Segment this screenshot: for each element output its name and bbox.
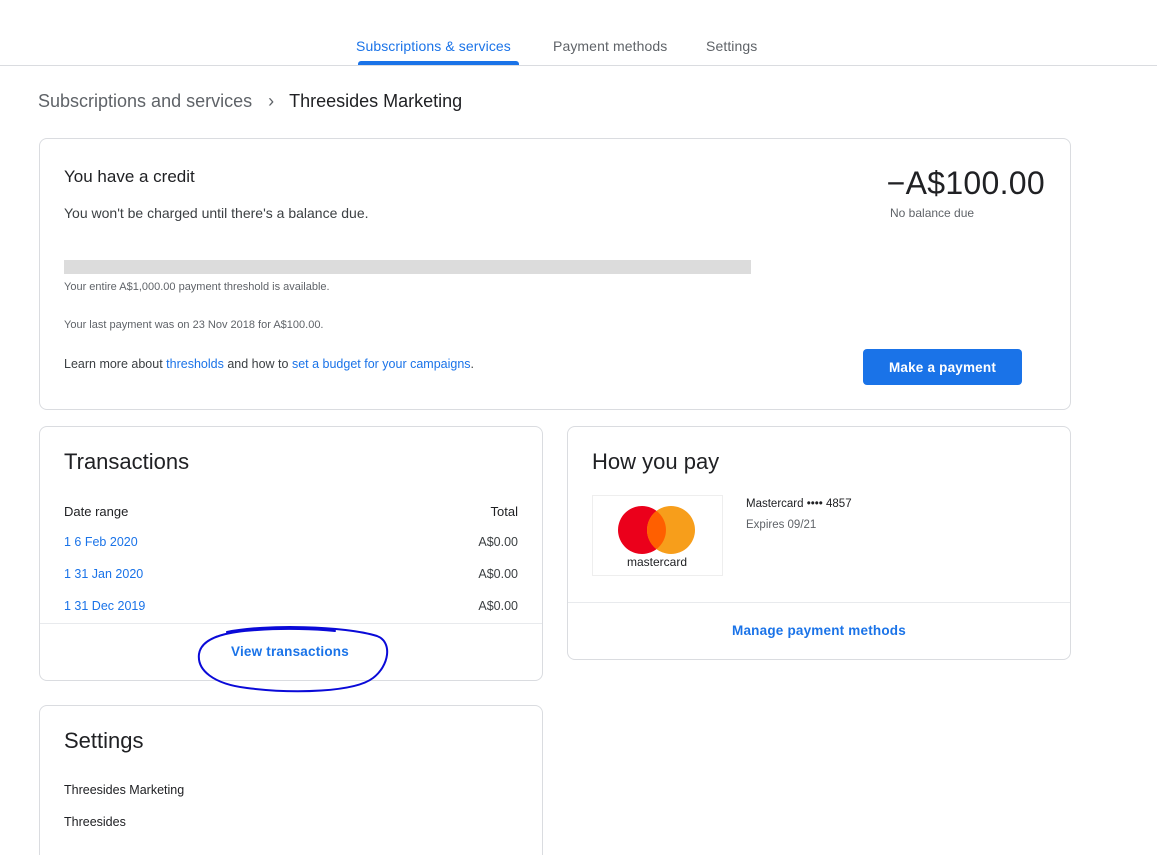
transactions-title: Transactions [64, 449, 190, 474]
settings-item: Threesides Marketing [64, 783, 185, 797]
last-payment-text: Your last payment was on 23 Nov 2018 for… [64, 319, 324, 331]
breadcrumb-current: Threesides Marketing [289, 91, 463, 111]
manage-payment-methods-link[interactable]: Manage payment methods [568, 623, 1070, 638]
tab-settings[interactable]: Settings [706, 38, 757, 54]
total-header: Total [490, 504, 518, 519]
threshold-progress-bar [64, 260, 751, 274]
top-tab-bar: Subscriptions & services Payment methods… [0, 0, 1157, 66]
credit-subtitle: You won't be charged until there's a bal… [64, 205, 369, 221]
make-payment-button[interactable]: Make a payment [863, 349, 1022, 385]
transactions-divider [40, 623, 542, 624]
date-range-header: Date range [64, 504, 129, 519]
transaction-row: 1 6 Feb 2020 A$0.00 [64, 535, 518, 555]
learn-prefix: Learn more about [64, 357, 167, 371]
how-you-pay-card: How you pay mastercard Mastercard •••• 4… [567, 426, 1071, 660]
transaction-total: A$0.00 [478, 567, 518, 581]
settings-title: Settings [64, 728, 144, 753]
card-expiry: Expires 09/21 [746, 519, 817, 531]
hand-drawn-circle-annotation [197, 626, 388, 693]
chevron-right-icon: › [268, 91, 275, 111]
transaction-date-link[interactable]: 1 31 Dec 2019 [64, 599, 145, 613]
mastercard-logo: mastercard [592, 495, 723, 576]
active-tab-indicator [358, 61, 519, 65]
transaction-row: 1 31 Jan 2020 A$0.00 [64, 567, 518, 587]
transaction-date-link[interactable]: 1 6 Feb 2020 [64, 535, 138, 549]
mastercard-logo-icon: mastercard [618, 506, 695, 569]
transactions-card: Transactions Date range Total 1 6 Feb 20… [39, 426, 543, 693]
how-you-pay-title: How you pay [592, 449, 720, 474]
view-transactions-link[interactable]: View transactions [231, 644, 349, 659]
learn-more-text: Learn more about thresholds and how to s… [64, 357, 474, 371]
learn-mid: and how to [223, 357, 292, 371]
card-name: Mastercard •••• 4857 [746, 498, 852, 510]
settings-card: Settings Threesides Marketing Threesides [39, 705, 543, 855]
credit-summary-card: You have a credit You won't be charged u… [39, 138, 1071, 410]
set-budget-link[interactable]: set a budget for your campaigns [292, 357, 471, 371]
thresholds-link[interactable]: thresholds [166, 357, 224, 371]
settings-item: Threesides [64, 815, 126, 829]
breadcrumb: Subscriptions and services › Threesides … [38, 91, 462, 112]
balance-amount: −A$100.00 [886, 165, 1045, 201]
tab-payment-methods[interactable]: Payment methods [553, 38, 667, 54]
threshold-text: Your entire A$1,000.00 payment threshold… [64, 281, 330, 293]
tab-subscriptions-services[interactable]: Subscriptions & services [356, 38, 511, 54]
learn-suffix: . [470, 357, 475, 371]
transaction-row: 1 31 Dec 2019 A$0.00 [64, 599, 518, 619]
transaction-total: A$0.00 [478, 599, 518, 613]
credit-title: You have a credit [64, 167, 195, 186]
payment-divider [568, 602, 1070, 603]
transaction-date-link[interactable]: 1 31 Jan 2020 [64, 567, 143, 581]
balance-caption: No balance due [890, 206, 975, 220]
mastercard-wordmark: mastercard [627, 555, 687, 569]
transaction-total: A$0.00 [478, 535, 518, 549]
breadcrumb-parent-link[interactable]: Subscriptions and services [38, 91, 252, 112]
